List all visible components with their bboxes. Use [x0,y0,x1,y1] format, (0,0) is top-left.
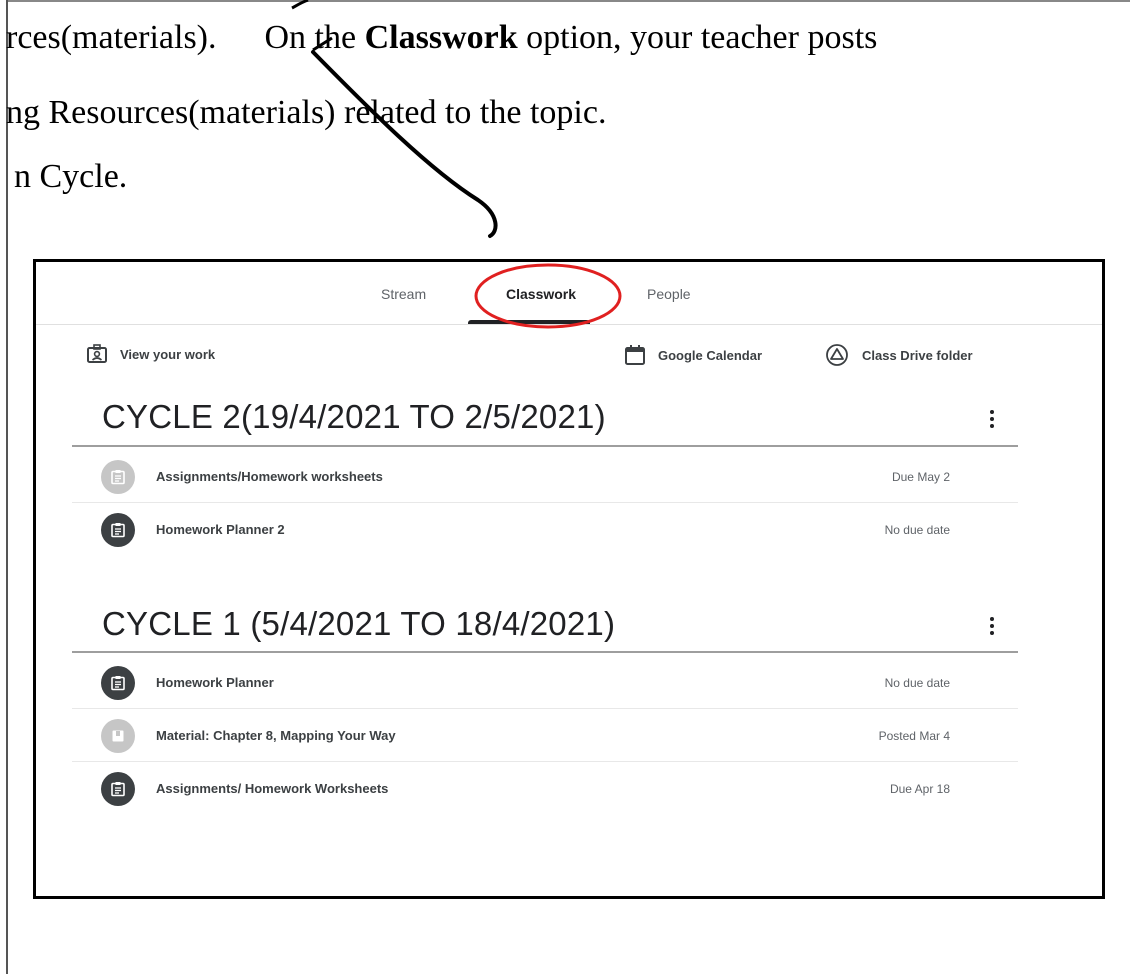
view-your-work-button[interactable]: View your work [86,344,215,364]
classwork-item-title: Assignments/Homework worksheets [156,469,383,484]
classwork-item[interactable]: Homework Planner 2 No due date [72,503,1018,556]
drive-icon [824,344,850,366]
more-vert-icon[interactable] [982,614,1002,638]
google-calendar-button[interactable]: Google Calendar [624,344,762,366]
class-drive-folder-button[interactable]: Class Drive folder [824,344,973,366]
assignment-ind-icon [86,344,108,364]
more-vert-icon[interactable] [982,407,1002,431]
material-icon [101,718,135,753]
google-calendar-label: Google Calendar [658,347,763,363]
classwork-item-title: Material: Chapter 8, Mapping Your Way [156,728,396,743]
classwork-item[interactable]: Assignments/ Homework Worksheets Due Apr… [72,762,1018,815]
assignment-icon [101,665,135,700]
tab-people[interactable]: People [647,286,691,302]
topic-divider [72,445,1018,447]
view-your-work-label: View your work [120,346,216,362]
assignment-icon [101,459,135,494]
topic-title: CYCLE 2(19/4/2021 TO 2/5/2021) [102,398,606,435]
annotation-arrow [291,0,498,238]
classwork-item[interactable]: Homework Planner No due date [72,656,1018,709]
assignment-icon [101,771,135,806]
classwork-item-title: Homework Planner 2 [156,522,285,537]
class-drive-folder-label: Class Drive folder [862,347,973,363]
topic-divider [72,651,1018,653]
classwork-item-due: Posted Mar 4 [878,728,950,743]
assignment-icon [101,512,135,547]
classwork-item-title: Assignments/ Homework Worksheets [156,781,389,796]
topic-title: CYCLE 1 (5/4/2021 TO 18/4/2021) [102,605,616,642]
classwork-item[interactable]: Assignments/Homework worksheets Due May … [72,450,1018,503]
classwork-item-due: No due date [884,675,950,690]
highlight-circle [474,263,622,329]
calendar-icon [624,344,646,366]
classwork-item-due: Due May 2 [891,469,950,484]
classwork-item-due: Due Apr 18 [889,781,950,796]
classroom-screenshot: Stream Classwork People View your work G… [33,259,1105,899]
tab-stream[interactable]: Stream [381,286,426,302]
classwork-item[interactable]: Material: Chapter 8, Mapping Your Way Po… [72,709,1018,762]
classwork-item-title: Homework Planner [156,675,274,690]
classwork-item-due: No due date [884,522,950,537]
